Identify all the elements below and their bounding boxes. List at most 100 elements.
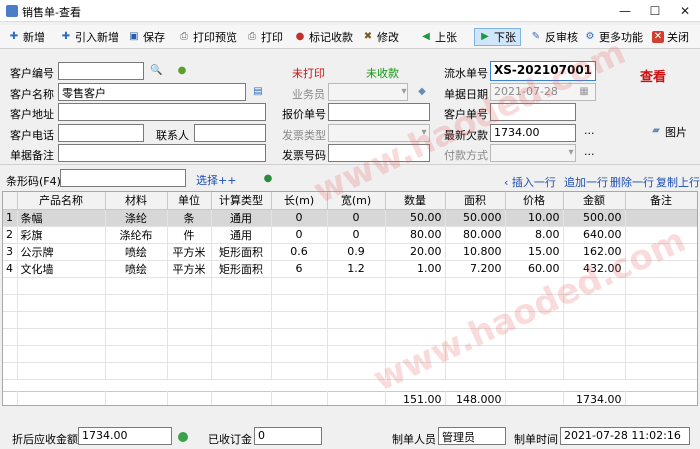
table-row[interactable]: 3 公示牌 喷绘 平方米 矩形面积 0.6 0.9 20.00 10.800 15.00 162.0… <box>3 243 697 261</box>
table-cell[interactable]: 条 <box>167 209 212 227</box>
table-cell[interactable]: 20.00 <box>385 243 446 261</box>
column-header[interactable]: 单位 <box>167 192 212 210</box>
serial-field[interactable]: XS-202107001 <box>490 61 596 81</box>
table-cell[interactable]: 喷绘 <box>105 260 168 278</box>
table-cell[interactable]: 矩形面积 <box>211 260 272 278</box>
new-button[interactable]: ✚ 新增 <box>8 28 45 46</box>
table-cell[interactable]: 喷绘 <box>105 243 168 261</box>
customer-address-field[interactable] <box>58 103 266 121</box>
latest-owed-more[interactable]: ... <box>584 124 595 137</box>
table-cell[interactable]: 6 <box>271 260 328 278</box>
chevron-down-icon[interactable]: ▾ <box>418 128 430 138</box>
table-cell[interactable]: 640.00 <box>563 226 626 244</box>
print-preview-button[interactable]: ⎙ 打印预览 <box>178 28 237 46</box>
table-cell[interactable]: 50.00 <box>385 209 446 227</box>
table-cell[interactable]: 500.00 <box>563 209 626 227</box>
invoice-type-select[interactable] <box>328 124 430 142</box>
table-cell[interactable]: 0.6 <box>271 243 328 261</box>
image-icon[interactable]: ▰ <box>650 126 662 136</box>
table-cell[interactable]: 公示牌 <box>17 243 106 261</box>
quote-no-field[interactable] <box>328 103 430 121</box>
chevron-down-icon[interactable]: ▾ <box>565 148 577 158</box>
pay-method-select[interactable] <box>490 144 576 162</box>
table-row[interactable]: 4 文化墙 喷绘 平方米 矩形面积 6 1.2 1.00 7.200 60.00 432.00 <box>3 260 697 278</box>
close-button[interactable]: ✕ 关闭 <box>652 28 689 46</box>
search-icon[interactable]: 🔍 <box>150 66 162 76</box>
globe-icon[interactable]: ● <box>262 174 274 184</box>
salesman-select[interactable] <box>328 83 408 101</box>
table-cell[interactable]: 80.000 <box>445 226 506 244</box>
table-cell[interactable]: 3 <box>3 243 18 261</box>
customer-code-field[interactable] <box>58 62 144 80</box>
table-cell[interactable] <box>625 260 697 278</box>
table-cell[interactable]: 1.2 <box>327 260 386 278</box>
maximize-button[interactable]: ☐ <box>640 0 670 22</box>
table-cell[interactable]: 10.00 <box>505 209 564 227</box>
table-cell[interactable] <box>625 226 697 244</box>
image-label[interactable]: 图片 <box>665 124 687 140</box>
unapprove-button[interactable]: ✎ 反审核 <box>530 28 578 46</box>
table-cell[interactable]: 彩旗 <box>17 226 106 244</box>
pay-method-more[interactable]: ... <box>584 145 595 158</box>
table-cell[interactable]: 4 <box>3 260 18 278</box>
table-cell[interactable]: 8.00 <box>505 226 564 244</box>
calendar-icon[interactable]: ▦ <box>578 87 590 97</box>
table-cell[interactable]: 涤纶布 <box>105 226 168 244</box>
edit-button[interactable]: ✖ 修改 <box>362 28 399 46</box>
more-button[interactable]: ⚙ 更多功能 <box>584 28 643 46</box>
table-row[interactable]: 1 条幅 涤纶条通用 0 0 50.00 50.000 10.00 500.00 <box>3 209 697 227</box>
copy-row-link[interactable]: 复制上行 <box>656 174 700 190</box>
deposit-field[interactable]: 0 <box>254 427 322 445</box>
table-cell[interactable]: 1 <box>3 209 18 227</box>
column-header[interactable] <box>3 192 18 210</box>
column-header[interactable]: 金额 <box>563 192 626 210</box>
prev-button[interactable]: ◀ 上张 <box>420 28 457 46</box>
delete-row-link[interactable]: 删除一行 <box>610 174 654 190</box>
table-cell[interactable]: 件 <box>167 226 212 244</box>
table-cell[interactable]: 7.200 <box>445 260 506 278</box>
save-button[interactable]: ▣ 保存 <box>128 28 165 46</box>
column-header[interactable]: 价格 <box>505 192 564 210</box>
table-cell[interactable]: 条幅 <box>17 209 106 227</box>
append-row-link[interactable]: 追加一行 <box>564 174 608 190</box>
customer-lookup-icon[interactable]: ▤ <box>252 87 264 97</box>
window-close-button[interactable]: ✕ <box>670 0 700 22</box>
table-cell[interactable]: 通用 <box>211 226 272 244</box>
mark-paid-button[interactable]: ● 标记收款 <box>294 28 353 46</box>
barcode-field[interactable] <box>60 169 186 187</box>
table-cell[interactable]: 平方米 <box>167 260 212 278</box>
minimize-button[interactable]: — <box>610 0 640 22</box>
refresh-icon[interactable]: ● <box>176 66 188 76</box>
table-cell[interactable]: 10.800 <box>445 243 506 261</box>
table-cell[interactable] <box>625 209 697 227</box>
print-button[interactable]: ⎙ 打印 <box>246 28 283 46</box>
table-cell[interactable]: 0 <box>327 209 386 227</box>
import-new-button[interactable]: ✚ 引入新增 <box>60 28 119 46</box>
insert-row-link[interactable]: ‹ 插入一行 <box>504 174 556 190</box>
table-cell[interactable]: 2 <box>3 226 18 244</box>
column-header[interactable]: 宽(m) <box>327 192 386 210</box>
customer-phone-field[interactable] <box>58 124 144 142</box>
select-link[interactable]: 选择++ <box>196 172 236 188</box>
table-cell[interactable]: 60.00 <box>505 260 564 278</box>
table-cell[interactable]: 通用 <box>211 209 272 227</box>
table-cell[interactable]: 0 <box>271 226 328 244</box>
table-cell[interactable]: 80.00 <box>385 226 446 244</box>
column-header[interactable]: 产品名称 <box>17 192 106 210</box>
table-cell[interactable]: 15.00 <box>505 243 564 261</box>
customer-name-field[interactable]: 零售客户 <box>58 83 246 101</box>
invoice-no-field[interactable] <box>328 144 430 162</box>
column-header[interactable]: 备注 <box>625 192 697 210</box>
chevron-down-icon[interactable]: ▾ <box>398 87 410 97</box>
table-cell[interactable]: 涤纶 <box>105 209 168 227</box>
remark-field[interactable] <box>58 144 266 162</box>
table-cell[interactable]: 0 <box>271 209 328 227</box>
table-cell[interactable]: 0 <box>327 226 386 244</box>
eraser-icon[interactable]: ◆ <box>416 87 428 97</box>
table-cell[interactable]: 0.9 <box>327 243 386 261</box>
column-header[interactable]: 长(m) <box>271 192 328 210</box>
next-button[interactable]: ▶ 下张 <box>474 28 521 46</box>
table-cell[interactable]: 50.000 <box>445 209 506 227</box>
table-cell[interactable] <box>625 243 697 261</box>
table-cell[interactable]: 平方米 <box>167 243 212 261</box>
